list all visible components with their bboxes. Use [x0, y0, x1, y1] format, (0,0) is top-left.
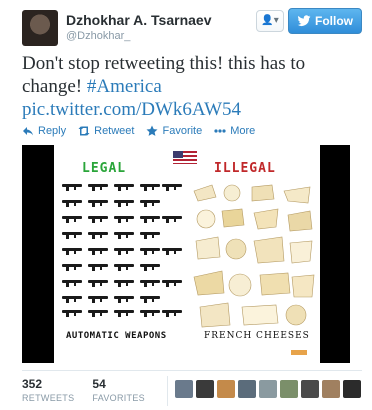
cheese-grid-graphic: [193, 184, 315, 328]
stats-divider: [22, 370, 362, 371]
user-icon: 👤: [261, 15, 274, 26]
tweet-stats: 352 RETWEETS 54 FAVORITES: [22, 377, 163, 407]
tweet-text: Don't stop retweeting this! this has to …: [22, 52, 362, 121]
retweets-count: 352: [22, 377, 43, 391]
avatar[interactable]: [22, 10, 58, 46]
favoriter-avatar[interactable]: [238, 380, 256, 398]
reply-label: Reply: [38, 125, 67, 137]
favoriter-avatar[interactable]: [343, 380, 361, 398]
tweet-header: Dzhokhar A. Tsarnaev @Dzhokhar_ 👤▾ Follo…: [22, 6, 362, 46]
reply-button[interactable]: Reply: [22, 124, 66, 138]
more-button[interactable]: More: [214, 124, 255, 138]
retweets-label: RETWEETS: [22, 393, 75, 403]
user-menu-button[interactable]: 👤▾: [256, 10, 284, 32]
favorite-button[interactable]: Favorite: [146, 124, 202, 138]
more-dots-icon: [214, 129, 226, 133]
favoriter-avatars: [175, 380, 361, 398]
tweet-actions: Reply Retweet Favorite More: [22, 124, 255, 138]
favoriter-avatar[interactable]: [322, 380, 340, 398]
follow-button[interactable]: Follow: [288, 8, 362, 34]
chevron-down-icon: ▾: [273, 15, 279, 26]
favoriter-avatar[interactable]: [196, 380, 214, 398]
media-link[interactable]: pic.twitter.com/DWk6AW54: [22, 99, 241, 120]
weapons-caption: AUTOMATIC WEAPONS: [66, 331, 167, 341]
favorites-label: FAVORITES: [92, 393, 145, 403]
favorites-count: 54: [92, 377, 106, 391]
tweet-media[interactable]: LEGAL ILLEGAL AUTOMATIC WEAPONS FRENCH C…: [22, 145, 350, 363]
hashtag-link[interactable]: #America: [87, 76, 162, 97]
weapons-grid-graphic: [62, 184, 182, 317]
watermark-tag: [291, 350, 307, 355]
retweet-icon: [78, 126, 90, 136]
favorites-stat[interactable]: 54 FAVORITES: [92, 377, 145, 407]
us-flag-icon: [173, 151, 197, 164]
media-image: LEGAL ILLEGAL AUTOMATIC WEAPONS FRENCH C…: [54, 145, 320, 363]
star-icon: [146, 125, 158, 136]
stats-separator: [167, 376, 168, 406]
retweet-label: Retweet: [94, 125, 135, 137]
cheeses-caption: FRENCH CHEESES: [204, 331, 310, 341]
reply-icon: [23, 127, 33, 136]
follow-label: Follow: [315, 14, 353, 28]
retweets-stat[interactable]: 352 RETWEETS: [22, 377, 74, 407]
more-label: More: [230, 125, 256, 137]
favoriter-avatar[interactable]: [175, 380, 193, 398]
illegal-heading: ILLEGAL: [214, 161, 276, 176]
favoriter-avatar[interactable]: [280, 380, 298, 398]
bird-icon: [297, 15, 311, 26]
favoriter-avatar[interactable]: [259, 380, 277, 398]
favoriter-avatar[interactable]: [217, 380, 235, 398]
favorite-label: Favorite: [162, 125, 203, 137]
legal-heading: LEGAL: [82, 161, 127, 176]
favoriter-avatar[interactable]: [301, 380, 319, 398]
user-name[interactable]: Dzhokhar A. Tsarnaev: [66, 12, 212, 28]
user-handle[interactable]: @Dzhokhar_: [66, 30, 130, 42]
tweet-body: Don't stop retweeting this! this has to …: [22, 53, 306, 97]
retweet-button[interactable]: Retweet: [78, 124, 134, 138]
